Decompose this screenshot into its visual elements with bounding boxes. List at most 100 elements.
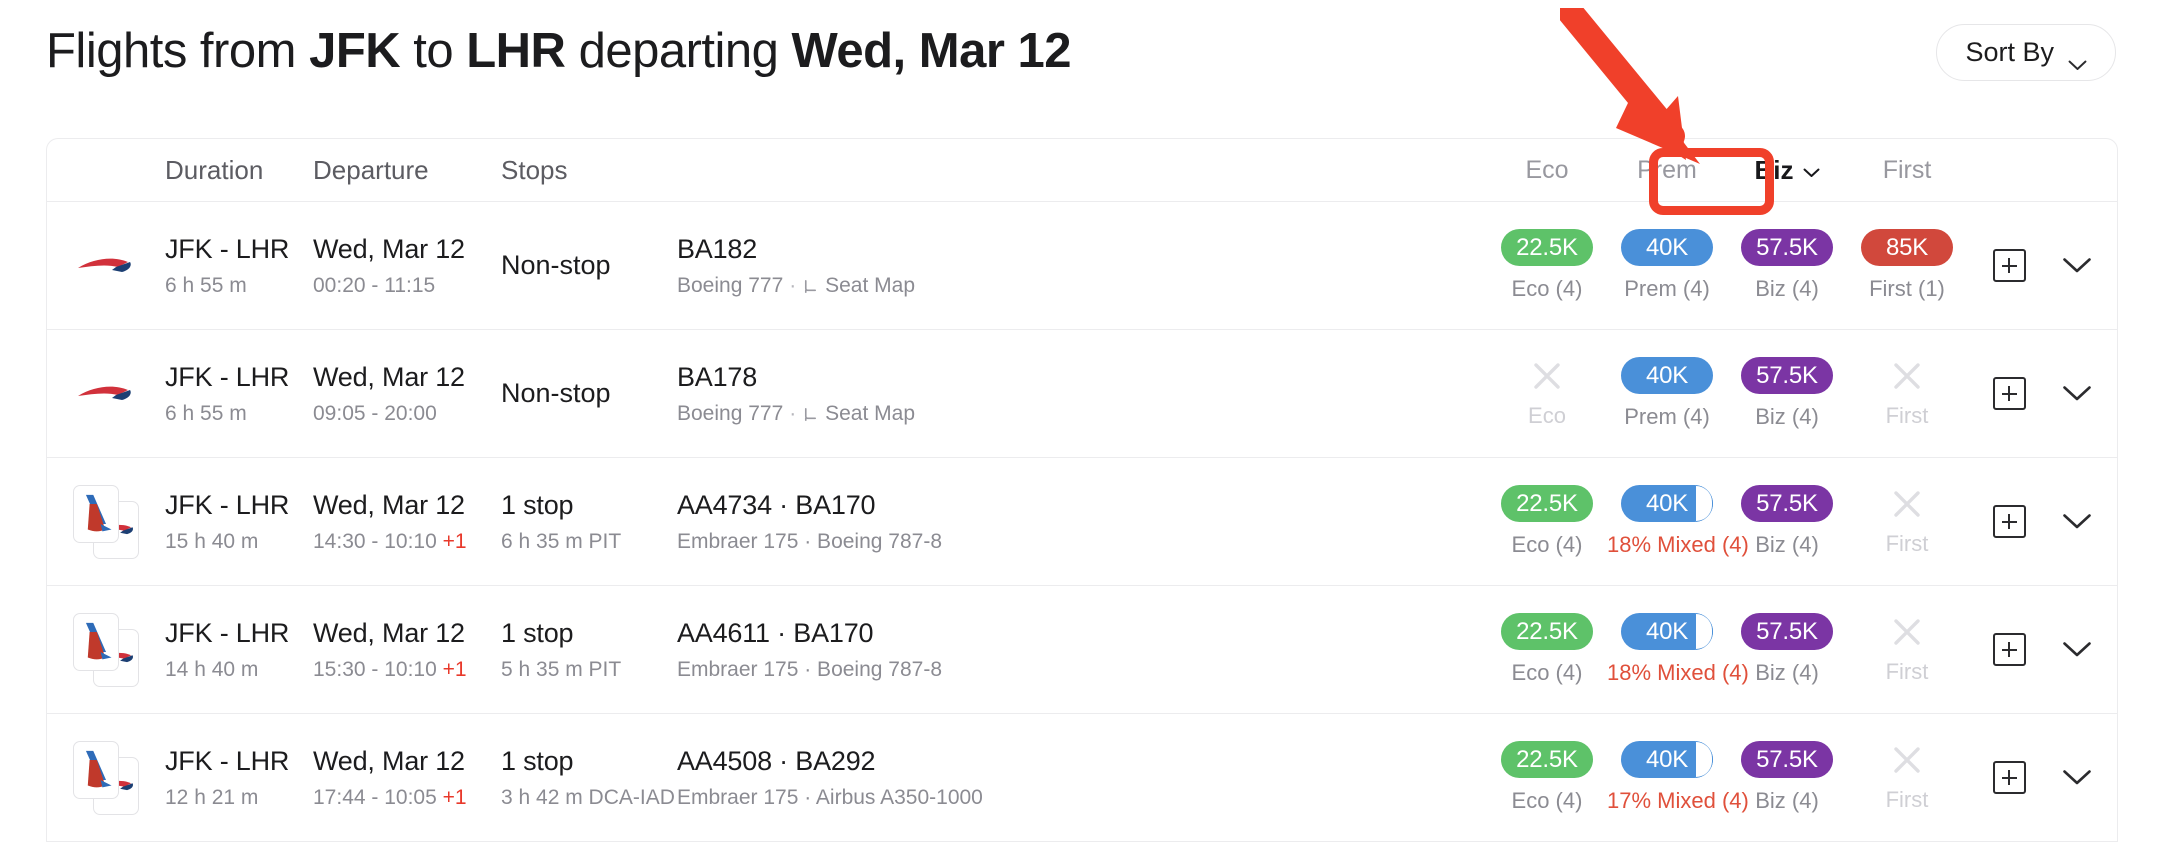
departure-cell: Wed, Mar 12 15:30 - 10:10 +1: [313, 618, 501, 682]
fare-label: Biz (4): [1755, 788, 1819, 813]
departure-date: Wed, Mar 12: [313, 745, 465, 776]
aircraft-cell: Embraer 175 · Boeing 787-8: [677, 658, 1469, 682]
chevron-down-icon[interactable]: [2062, 513, 2092, 530]
header-departure[interactable]: Departure: [313, 155, 501, 186]
route-label: JFK - LHR: [165, 745, 290, 776]
stops-label: 1 stop: [501, 745, 574, 776]
sort-by-button[interactable]: Sort By: [1936, 24, 2116, 81]
fare-cell-biz[interactable]: 57.5K Biz (4): [1727, 485, 1847, 558]
header-biz[interactable]: Biz: [1727, 155, 1847, 186]
fare-price-badge: 57.5K: [1741, 613, 1833, 650]
departure-times: 14:30 - 10:10 +1: [313, 529, 467, 553]
departure-cell: Wed, Mar 12 09:05 - 20:00: [313, 362, 501, 426]
table-header-row: Duration Departure Stops Eco Prem Biz Fi…: [47, 139, 2117, 202]
fare-price-badge: 40K: [1621, 741, 1713, 778]
fare-cell-biz[interactable]: 57.5K Biz (4): [1727, 741, 1847, 814]
aircraft-cell: Boeing 777 · Seat Map: [677, 274, 1469, 298]
table-row[interactable]: JFK - LHR 14 h 40 m Wed, Mar 12 15:30 - 10:…: [47, 586, 2117, 714]
chevron-down-icon[interactable]: [2062, 769, 2092, 786]
stops-label: 1 stop: [501, 617, 574, 648]
fare-cell-biz[interactable]: 57.5K Biz (4): [1727, 229, 1847, 302]
plus-square-icon[interactable]: [1992, 505, 2026, 538]
stops-label: 1 stop: [501, 489, 574, 520]
fare-price-badge: 57.5K: [1741, 741, 1833, 778]
seat-map-link[interactable]: Seat Map: [825, 274, 915, 297]
airline-logo-aa: [73, 612, 119, 671]
chevron-down-icon[interactable]: [2062, 257, 2092, 274]
fare-label: Eco (4): [1511, 276, 1583, 301]
fare-price-badge: 40K: [1621, 613, 1713, 650]
page-title: Flights from JFK to LHR departing Wed, M…: [46, 24, 1072, 78]
fare-cell-eco[interactable]: 22.5K Eco (4): [1487, 741, 1607, 814]
departure-date: Wed, Mar 12: [313, 617, 465, 648]
table-row[interactable]: JFK - LHR 12 h 21 m Wed, Mar 12 17:44 - 10:…: [47, 714, 2117, 842]
fare-cell-biz[interactable]: 57.5K Biz (4): [1727, 613, 1847, 686]
fare-label: Biz (4): [1755, 404, 1819, 429]
departure-cell: Wed, Mar 12 17:44 - 10:05 +1: [313, 746, 501, 810]
flight-numbers: AA4734 · BA170: [677, 489, 876, 520]
departure-times: 00:20 - 11:15: [313, 273, 436, 297]
departure-date: Wed, Mar 12: [313, 233, 465, 264]
fare-cell-first[interactable]: 85K First (1): [1847, 229, 1967, 302]
flight-cell: BA182 Boeing 777 · Seat Map: [677, 234, 1487, 298]
fare-cell-prem[interactable]: 40K 18% Mixed (4): [1607, 485, 1749, 558]
duration-label: 14 h 40 m: [165, 657, 259, 681]
flight-numbers: AA4611 · BA170: [677, 617, 874, 648]
route-cell: JFK - LHR 12 h 21 m: [165, 746, 313, 810]
chevron-down-icon[interactable]: [2062, 385, 2092, 402]
fare-cell-eco: Eco: [1487, 359, 1607, 429]
chevron-down-icon: [2068, 47, 2087, 70]
table-row[interactable]: JFK - LHR 15 h 40 m Wed, Mar 12 14:30 - 10:…: [47, 458, 2117, 586]
header-eco[interactable]: Eco: [1487, 156, 1607, 185]
fare-cell-eco[interactable]: 22.5K Eco (4): [1487, 613, 1607, 686]
route-cell: JFK - LHR 6 h 55 m: [165, 362, 313, 426]
plus-square-icon[interactable]: [1992, 633, 2026, 666]
fare-label: First: [1885, 530, 1929, 556]
fare-cell-eco[interactable]: 22.5K Eco (4): [1487, 229, 1607, 302]
plus-square-icon[interactable]: [1992, 377, 2026, 410]
aircraft-label: Embraer 175 · Boeing 787-8: [677, 529, 942, 553]
route-cell: JFK - LHR 14 h 40 m: [165, 618, 313, 682]
flight-results-page: Flights from JFK to LHR departing Wed, M…: [0, 0, 2164, 851]
layover-label: 5 h 35 m PIT: [501, 657, 622, 681]
fare-unavailable-icon: [1847, 487, 1967, 521]
table-row[interactable]: JFK - LHR 6 h 55 m Wed, Mar 12 00:20 - 11:1…: [47, 202, 2117, 330]
sort-by-label: Sort By: [1965, 37, 2054, 67]
fare-cell-eco[interactable]: 22.5K Eco (4): [1487, 485, 1607, 558]
fare-label: First: [1885, 402, 1929, 428]
header-prem[interactable]: Prem: [1607, 156, 1727, 185]
fare-cell-first: First: [1847, 615, 1967, 685]
departure-times: 17:44 - 10:05 +1: [313, 785, 467, 809]
fare-label: Eco (4): [1511, 532, 1583, 557]
departure-cell: Wed, Mar 12 00:20 - 11:15: [313, 234, 501, 298]
row-actions: [1967, 377, 2117, 410]
airline-logo-stack: [47, 612, 165, 687]
fare-cell-prem[interactable]: 40K 18% Mixed (4): [1607, 613, 1749, 686]
header-first[interactable]: First: [1847, 156, 1967, 185]
fare-price-badge: 57.5K: [1741, 229, 1833, 266]
fare-cell-prem[interactable]: 40K Prem (4): [1607, 357, 1727, 430]
plus-day-badge: +1: [442, 785, 467, 809]
duration-label: 6 h 55 m: [165, 401, 247, 425]
airline-logo-stack: [47, 484, 165, 559]
plus-square-icon[interactable]: [1992, 249, 2026, 282]
header-duration[interactable]: Duration: [165, 155, 313, 186]
chevron-down-icon[interactable]: [2062, 641, 2092, 658]
row-actions: [1967, 505, 2117, 538]
fare-price-badge: 57.5K: [1741, 357, 1833, 394]
table-row[interactable]: JFK - LHR 6 h 55 m Wed, Mar 12 09:05 - 20:0…: [47, 330, 2117, 458]
fare-cell-prem[interactable]: 40K Prem (4): [1607, 229, 1727, 302]
flight-cell: AA4508 · BA292 Embraer 175 · Airbus A350-…: [677, 746, 1487, 810]
fare-cell-biz[interactable]: 57.5K Biz (4): [1727, 357, 1847, 430]
aircraft-label: Boeing 777: [677, 273, 784, 297]
airline-logo-aa: [73, 484, 119, 543]
header-stops[interactable]: Stops: [501, 155, 677, 186]
duration-label: 12 h 21 m: [165, 785, 259, 809]
stops-cell: 1 stop 3 h 42 m DCA-IAD: [501, 746, 677, 810]
fare-price-badge: 22.5K: [1501, 741, 1593, 778]
separator-dot: ·: [789, 401, 797, 425]
plus-square-icon[interactable]: [1992, 761, 2026, 794]
chevron-down-icon: [1803, 156, 1820, 185]
seat-map-link[interactable]: Seat Map: [825, 402, 915, 425]
fare-cell-prem[interactable]: 40K 17% Mixed (4): [1607, 741, 1749, 814]
